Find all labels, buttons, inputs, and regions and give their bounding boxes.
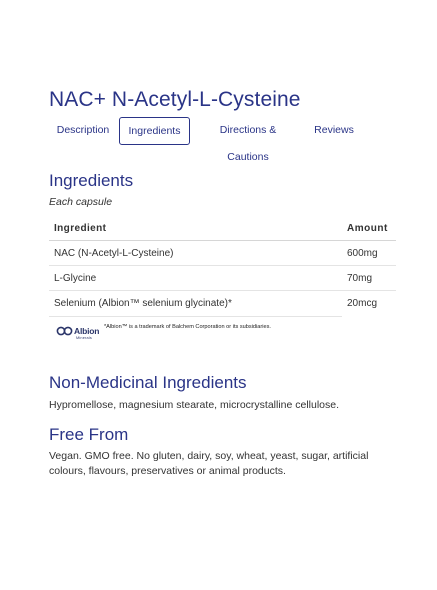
ingredient-amount: 20mcg: [347, 298, 378, 309]
ingredient-name: NAC (N-Acetyl-L-Cysteine): [54, 248, 174, 259]
table-header-row: Ingredient Amount: [49, 216, 396, 241]
albion-logo-sub: Minerals: [76, 336, 92, 340]
ingredient-name: L-Glycine: [54, 273, 97, 284]
row-divider: [49, 316, 342, 317]
ingredient-amount: 600mg: [347, 248, 378, 259]
non-medicinal-text: Hypromellose, magnesium stearate, microc…: [49, 399, 340, 411]
free-from-heading: Free From: [49, 425, 129, 444]
tab-description[interactable]: Description: [48, 117, 118, 145]
albion-trademark-note: Albion Minerals *Albion™ is a trademark …: [56, 324, 271, 342]
tab-directions-cautions[interactable]: Directions & Cautions: [198, 117, 298, 163]
ingredient-amount: 70mg: [347, 273, 373, 284]
albion-mark-icon: [56, 326, 73, 336]
ingredients-subtitle: Each capsule: [49, 196, 113, 208]
tab-reviews[interactable]: Reviews: [310, 117, 358, 145]
ingredient-name: Selenium (Albion™ selenium glycinate)*: [54, 298, 232, 309]
column-header-ingredient: Ingredient: [54, 223, 107, 234]
table-row: L-Glycine 70mg: [49, 266, 396, 291]
ingredients-table: Ingredient Amount NAC (N-Acetyl-L-Cystei…: [49, 216, 396, 317]
table-row: Selenium (Albion™ selenium glycinate)* 2…: [49, 291, 396, 317]
albion-logo: Albion Minerals: [56, 324, 102, 342]
albion-logo-word: Albion: [74, 326, 100, 336]
column-header-amount: Amount: [347, 223, 388, 234]
page-title: NAC+ N-Acetyl-L-Cysteine: [49, 88, 301, 111]
tab-ingredients[interactable]: Ingredients: [119, 117, 190, 145]
trademark-footnote: *Albion™ is a trademark of Balchem Corpo…: [104, 324, 271, 330]
tab-bar: Description Ingredients Directions & Cau…: [48, 117, 408, 163]
free-from-text: Vegan. GMO free. No gluten, dairy, soy, …: [49, 450, 369, 477]
table-row: NAC (N-Acetyl-L-Cysteine) 600mg: [49, 241, 396, 266]
non-medicinal-heading: Non-Medicinal Ingredients: [49, 373, 247, 392]
ingredients-heading: Ingredients: [49, 171, 134, 190]
